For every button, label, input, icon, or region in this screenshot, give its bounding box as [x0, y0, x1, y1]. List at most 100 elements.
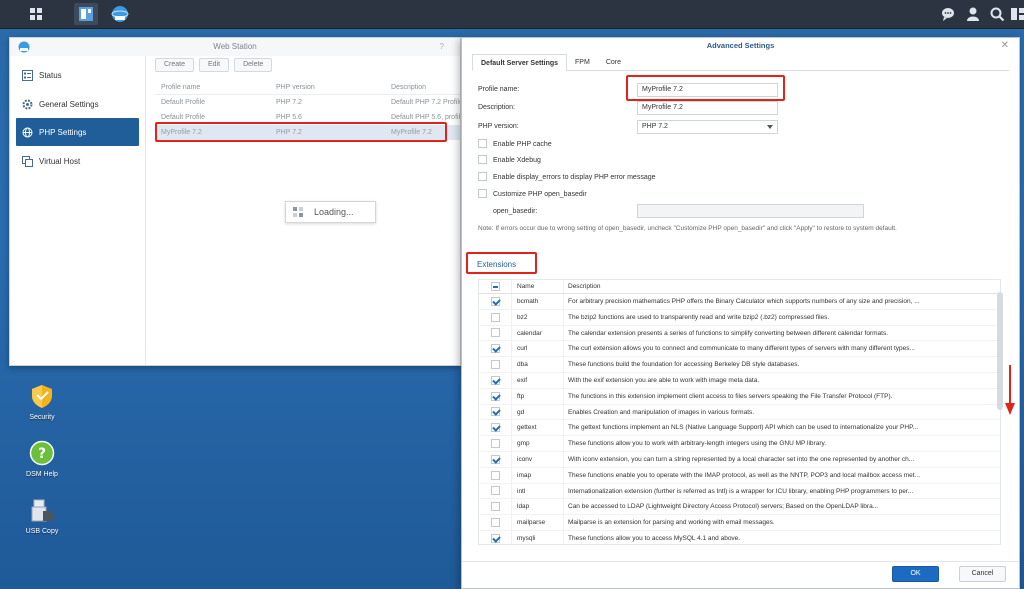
column-header[interactable]: PHP version: [276, 80, 391, 94]
column-header[interactable]: Description: [391, 80, 460, 94]
column-header[interactable]: Name: [512, 280, 564, 293]
extension-checkbox[interactable]: [490, 296, 500, 306]
desktop-usb-copy[interactable]: USB Copy: [12, 497, 72, 535]
xdebug-checkbox[interactable]: [478, 154, 487, 164]
extension-row-exif[interactable]: exif With the exif extension you are able…: [479, 372, 1000, 389]
extension-checkbox[interactable]: [490, 518, 500, 528]
sidebar-item-general-settings[interactable]: General Settings: [10, 90, 145, 118]
extension-row-mailparse[interactable]: mailparse Mailparse is an extension for p…: [479, 515, 1000, 531]
option-open-basedir[interactable]: Customize PHP open_basedir: [478, 188, 587, 202]
extension-description: These functions build the foundation for…: [568, 361, 800, 369]
extension-row-curl[interactable]: curl The curl extension allows you to con…: [479, 341, 1000, 358]
table-cell: Default PHP 7.2 Profile: [391, 99, 460, 106]
extension-checkbox[interactable]: [490, 533, 500, 543]
extensions-table-body: bcmath For arbitrary precision mathematic…: [479, 294, 1000, 544]
extension-name: exif: [512, 372, 564, 388]
extensions-scrollbar[interactable]: [997, 292, 1003, 410]
extension-checkbox[interactable]: [490, 375, 500, 385]
extension-checkbox[interactable]: [490, 470, 500, 480]
extension-checkbox[interactable]: [490, 391, 500, 401]
widgets-icon[interactable]: [1010, 6, 1024, 22]
create-button[interactable]: Create: [155, 58, 195, 72]
extension-checkbox[interactable]: [490, 312, 500, 322]
description-field[interactable]: MyProfile 7.2: [637, 101, 778, 115]
extension-description: These functions allow you to work with a…: [568, 440, 827, 448]
highlight-extensions: [466, 252, 537, 274]
dialog-title: Advanced Settings: [706, 41, 775, 50]
taskbar-app-control-panel[interactable]: [74, 3, 98, 25]
extension-row-iconv[interactable]: iconv With iconv extension, you can turn …: [479, 451, 1000, 468]
highlight-selected-profile: [155, 122, 447, 142]
php-cache-checkbox[interactable]: [478, 138, 487, 148]
web-station-toolbar: Create Edit Delete: [155, 58, 460, 72]
open-basedir-checkbox[interactable]: [478, 188, 487, 198]
option-label: Customize PHP open_basedir: [493, 191, 587, 198]
svg-text:?: ?: [38, 446, 46, 462]
table-header: Profile name PHP version Description: [155, 80, 460, 95]
option-enable-xdebug[interactable]: Enable Xdebug: [478, 154, 541, 168]
extension-description: These functions enable you to operate wi…: [568, 471, 921, 479]
extension-checkbox[interactable]: [490, 439, 500, 449]
extensions-table-header: Name Description: [479, 280, 1000, 294]
sidebar-item-php-settings[interactable]: PHP Settings: [16, 118, 139, 146]
extension-row-bcmath[interactable]: bcmath For arbitrary precision mathematic…: [479, 294, 1000, 310]
desktop-security[interactable]: Security: [12, 383, 72, 421]
extension-checkbox[interactable]: [490, 502, 500, 512]
highlight-profile-name: [626, 75, 785, 101]
extension-checkbox[interactable]: [490, 344, 500, 354]
extension-row-bz2[interactable]: bz2 The bzip2 functions are used to trans…: [479, 309, 1000, 326]
desktop-dsm-help-label: DSM Help: [26, 471, 58, 478]
open-basedir-field[interactable]: [637, 204, 864, 218]
extension-description: With the exif extension you are able to …: [568, 376, 760, 384]
extension-checkbox[interactable]: [490, 486, 500, 496]
taskbar-app-web-station[interactable]: [108, 3, 132, 25]
table-row[interactable]: Default Profile PHP 7.2 Default PHP 7.2 …: [155, 95, 460, 110]
main-menu-button[interactable]: [24, 3, 48, 25]
help-icon[interactable]: ?: [440, 38, 444, 56]
display-errors-checkbox[interactable]: [478, 171, 487, 181]
extension-row-calendar[interactable]: calendar The calendar extension presents …: [479, 325, 1000, 342]
extension-checkbox[interactable]: [490, 328, 500, 338]
extension-row-ftp[interactable]: ftp The functions in this extension imple…: [479, 388, 1000, 405]
tab-fpm[interactable]: FPM: [567, 54, 598, 71]
tab-core[interactable]: Core: [598, 54, 629, 71]
search-icon[interactable]: [989, 6, 1005, 22]
control-panel-icon: [79, 7, 93, 21]
cancel-button[interactable]: Cancel: [959, 566, 1006, 582]
sidebar-item-status[interactable]: Status: [10, 61, 145, 89]
extension-checkbox[interactable]: [490, 454, 500, 464]
edit-button[interactable]: Edit: [199, 58, 230, 72]
description-label: Description:: [478, 104, 515, 111]
user-icon[interactable]: [965, 6, 981, 22]
extension-name: curl: [512, 341, 564, 357]
option-display-errors[interactable]: Enable display_errors to display PHP err…: [478, 171, 656, 185]
ok-button[interactable]: OK: [892, 566, 939, 582]
extension-row-mysqli[interactable]: mysqli These functions allow you to acces…: [479, 530, 1000, 544]
close-icon[interactable]: ✕: [1001, 38, 1009, 54]
table-cell: Default Profile: [161, 99, 205, 106]
extension-row-intl[interactable]: intl Internationalization extension (furt…: [479, 483, 1000, 500]
option-label: Enable display_errors to display PHP err…: [493, 174, 656, 181]
extension-checkbox[interactable]: [490, 423, 500, 433]
desktop-dsm-help[interactable]: ? DSM Help: [12, 440, 72, 478]
extension-row-gmp[interactable]: gmp These functions allow you to work wit…: [479, 436, 1000, 452]
column-header[interactable]: Profile name: [161, 80, 276, 94]
desktop-security-label: Security: [29, 414, 55, 421]
extension-row-gettext[interactable]: gettext The gettext functions implement a…: [479, 420, 1000, 437]
extensions-table: Name Description bcmath For arbitrary pre…: [478, 279, 1001, 545]
sidebar-item-virtual-host[interactable]: Virtual Host: [10, 147, 145, 175]
extension-row-ldap[interactable]: ldap Can be accessed to LDAP (Lightweight…: [479, 499, 1000, 516]
extension-checkbox[interactable]: [490, 360, 500, 370]
extension-checkbox[interactable]: [490, 407, 500, 417]
column-header[interactable]: Description: [564, 280, 1000, 293]
extension-row-imap[interactable]: imap These functions enable you to operat…: [479, 467, 1000, 484]
option-enable-php-cache[interactable]: Enable PHP cache: [478, 138, 552, 152]
php-version-select[interactable]: PHP 7.2: [637, 120, 778, 134]
delete-button[interactable]: Delete: [234, 58, 273, 72]
select-all-checkbox[interactable]: [490, 282, 500, 291]
tab-default-server-settings[interactable]: Default Server Settings: [472, 54, 568, 71]
extension-row-dba[interactable]: dba These functions build the foundation …: [479, 357, 1000, 373]
chat-icon[interactable]: [940, 6, 956, 22]
gear-icon: [22, 99, 33, 109]
extension-row-gd[interactable]: gd Enables Creation and manipulation of i…: [479, 404, 1000, 421]
